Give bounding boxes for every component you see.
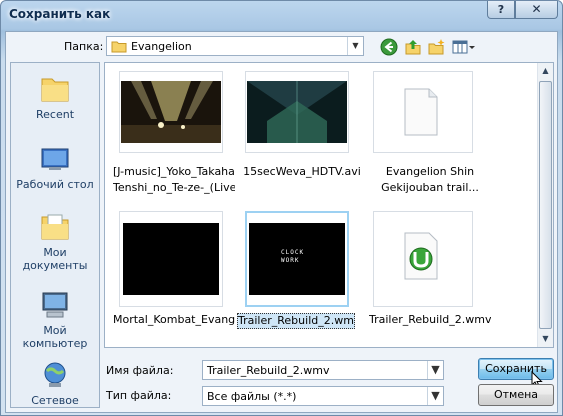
utorrent-file-icon xyxy=(404,232,438,280)
video-thumbnail xyxy=(247,81,347,143)
filename-input[interactable]: Trailer_Rebuild_2.wmv ▼ xyxy=(202,360,444,380)
file-item[interactable]: Mortal_Kombat_Evange... xyxy=(113,211,235,341)
file-name-line1: Mortal_Kombat_Evange... xyxy=(113,313,235,326)
file-list[interactable]: [J-music]_Yoko_Takahas... Tenshi_no_Te-z… xyxy=(104,62,554,348)
place-network-label: Сетевое xyxy=(31,394,79,407)
filetype-label: Тип файла: xyxy=(106,389,172,402)
desktop-icon xyxy=(41,148,69,170)
cancel-button[interactable]: Отмена xyxy=(478,384,554,406)
place-network[interactable]: Сетевое xyxy=(11,359,99,407)
place-desktop[interactable]: Рабочий стол xyxy=(11,143,99,191)
file-name-line1: 15secWeva_HDTV.avi xyxy=(243,165,361,178)
computer-icon xyxy=(42,292,68,318)
places-bar: Recent Рабочий стол Мои документы Мой ко… xyxy=(10,62,100,408)
chevron-down-icon[interactable]: ▼ xyxy=(427,387,443,405)
help-button[interactable]: ? xyxy=(487,1,515,19)
file-name-line2: Gekijouban trail... xyxy=(381,181,479,194)
folder-icon xyxy=(111,41,127,53)
thumbnail-caption: CLOCK WORK xyxy=(281,249,305,264)
video-thumbnail xyxy=(123,223,219,295)
file-name-line1: [J-music]_Yoko_Takahas... xyxy=(113,165,235,178)
file-name-line1: Trailer_Rebuild_2.wmv xyxy=(237,313,355,329)
new-folder-icon[interactable] xyxy=(428,38,446,56)
video-thumbnail xyxy=(121,81,221,143)
place-documents[interactable]: Мои документы xyxy=(11,211,99,272)
chevron-down-icon[interactable]: ▼ xyxy=(347,37,363,55)
chevron-down-icon[interactable]: ▼ xyxy=(427,361,443,379)
dialog-title: Сохранить как xyxy=(9,7,111,21)
place-desktop-label: Рабочий стол xyxy=(16,178,94,191)
place-documents-label: Мои документы xyxy=(22,246,88,272)
network-icon xyxy=(44,362,66,387)
file-name-line2: Tenshi_no_Te-ze-_(Live... xyxy=(113,181,235,194)
file-item[interactable]: 15secWeva_HDTV.avi xyxy=(241,71,361,201)
dialog-body: Папка: Evangelion ▼ Recent Рабочий стол … xyxy=(5,31,558,413)
close-button[interactable]: ✕ xyxy=(515,1,558,19)
filename-value: Trailer_Rebuild_2.wmv xyxy=(207,364,330,377)
file-item[interactable]: [J-music]_Yoko_Takahas... Tenshi_no_Te-z… xyxy=(113,71,235,201)
title-bar[interactable]: Сохранить как ? ✕ xyxy=(1,1,562,29)
folder-combo[interactable]: Evangelion ▼ xyxy=(106,36,364,56)
scroll-down-icon[interactable]: ▼ xyxy=(538,331,553,347)
recent-folder-icon xyxy=(41,78,69,102)
file-item-selected[interactable]: CLOCK WORK Trailer_Rebuild_2.wmv xyxy=(237,211,359,341)
place-computer-label: Мой компьютер xyxy=(22,324,88,350)
file-item[interactable]: Trailer_Rebuild_2.wmv.t... xyxy=(369,211,491,341)
file-name-line1: Evangelion Shin xyxy=(385,165,475,178)
view-menu-icon[interactable] xyxy=(452,38,476,56)
file-name-line1: Trailer_Rebuild_2.wmv.t... xyxy=(369,313,491,326)
folder-label: Папка: xyxy=(64,40,104,53)
blank-document-icon xyxy=(404,88,438,136)
scroll-up-icon[interactable]: ▲ xyxy=(538,63,553,79)
filename-label: Имя файла: xyxy=(106,364,174,377)
place-recent-label: Recent xyxy=(35,108,75,121)
save-as-dialog: Сохранить как ? ✕ Папка: Evangelion ▼ Re… xyxy=(0,0,563,416)
file-item[interactable]: Evangelion Shin Gekijouban trail... xyxy=(369,71,487,201)
up-folder-icon[interactable] xyxy=(404,38,422,56)
back-icon[interactable] xyxy=(380,38,398,56)
current-folder-name: Evangelion xyxy=(131,40,192,53)
filetype-value: Все файлы (*.*) xyxy=(207,390,297,403)
place-computer[interactable]: Мой компьютер xyxy=(11,289,99,350)
save-button[interactable]: Сохранить xyxy=(478,358,554,389)
documents-folder-icon xyxy=(41,214,69,240)
video-thumbnail: CLOCK WORK xyxy=(249,223,345,295)
place-recent[interactable]: Recent xyxy=(11,73,99,121)
filetype-select[interactable]: Все файлы (*.*) ▼ xyxy=(202,386,444,406)
scrollbar-thumb[interactable] xyxy=(539,81,552,329)
vertical-scrollbar[interactable]: ▲ ▼ xyxy=(537,63,553,347)
